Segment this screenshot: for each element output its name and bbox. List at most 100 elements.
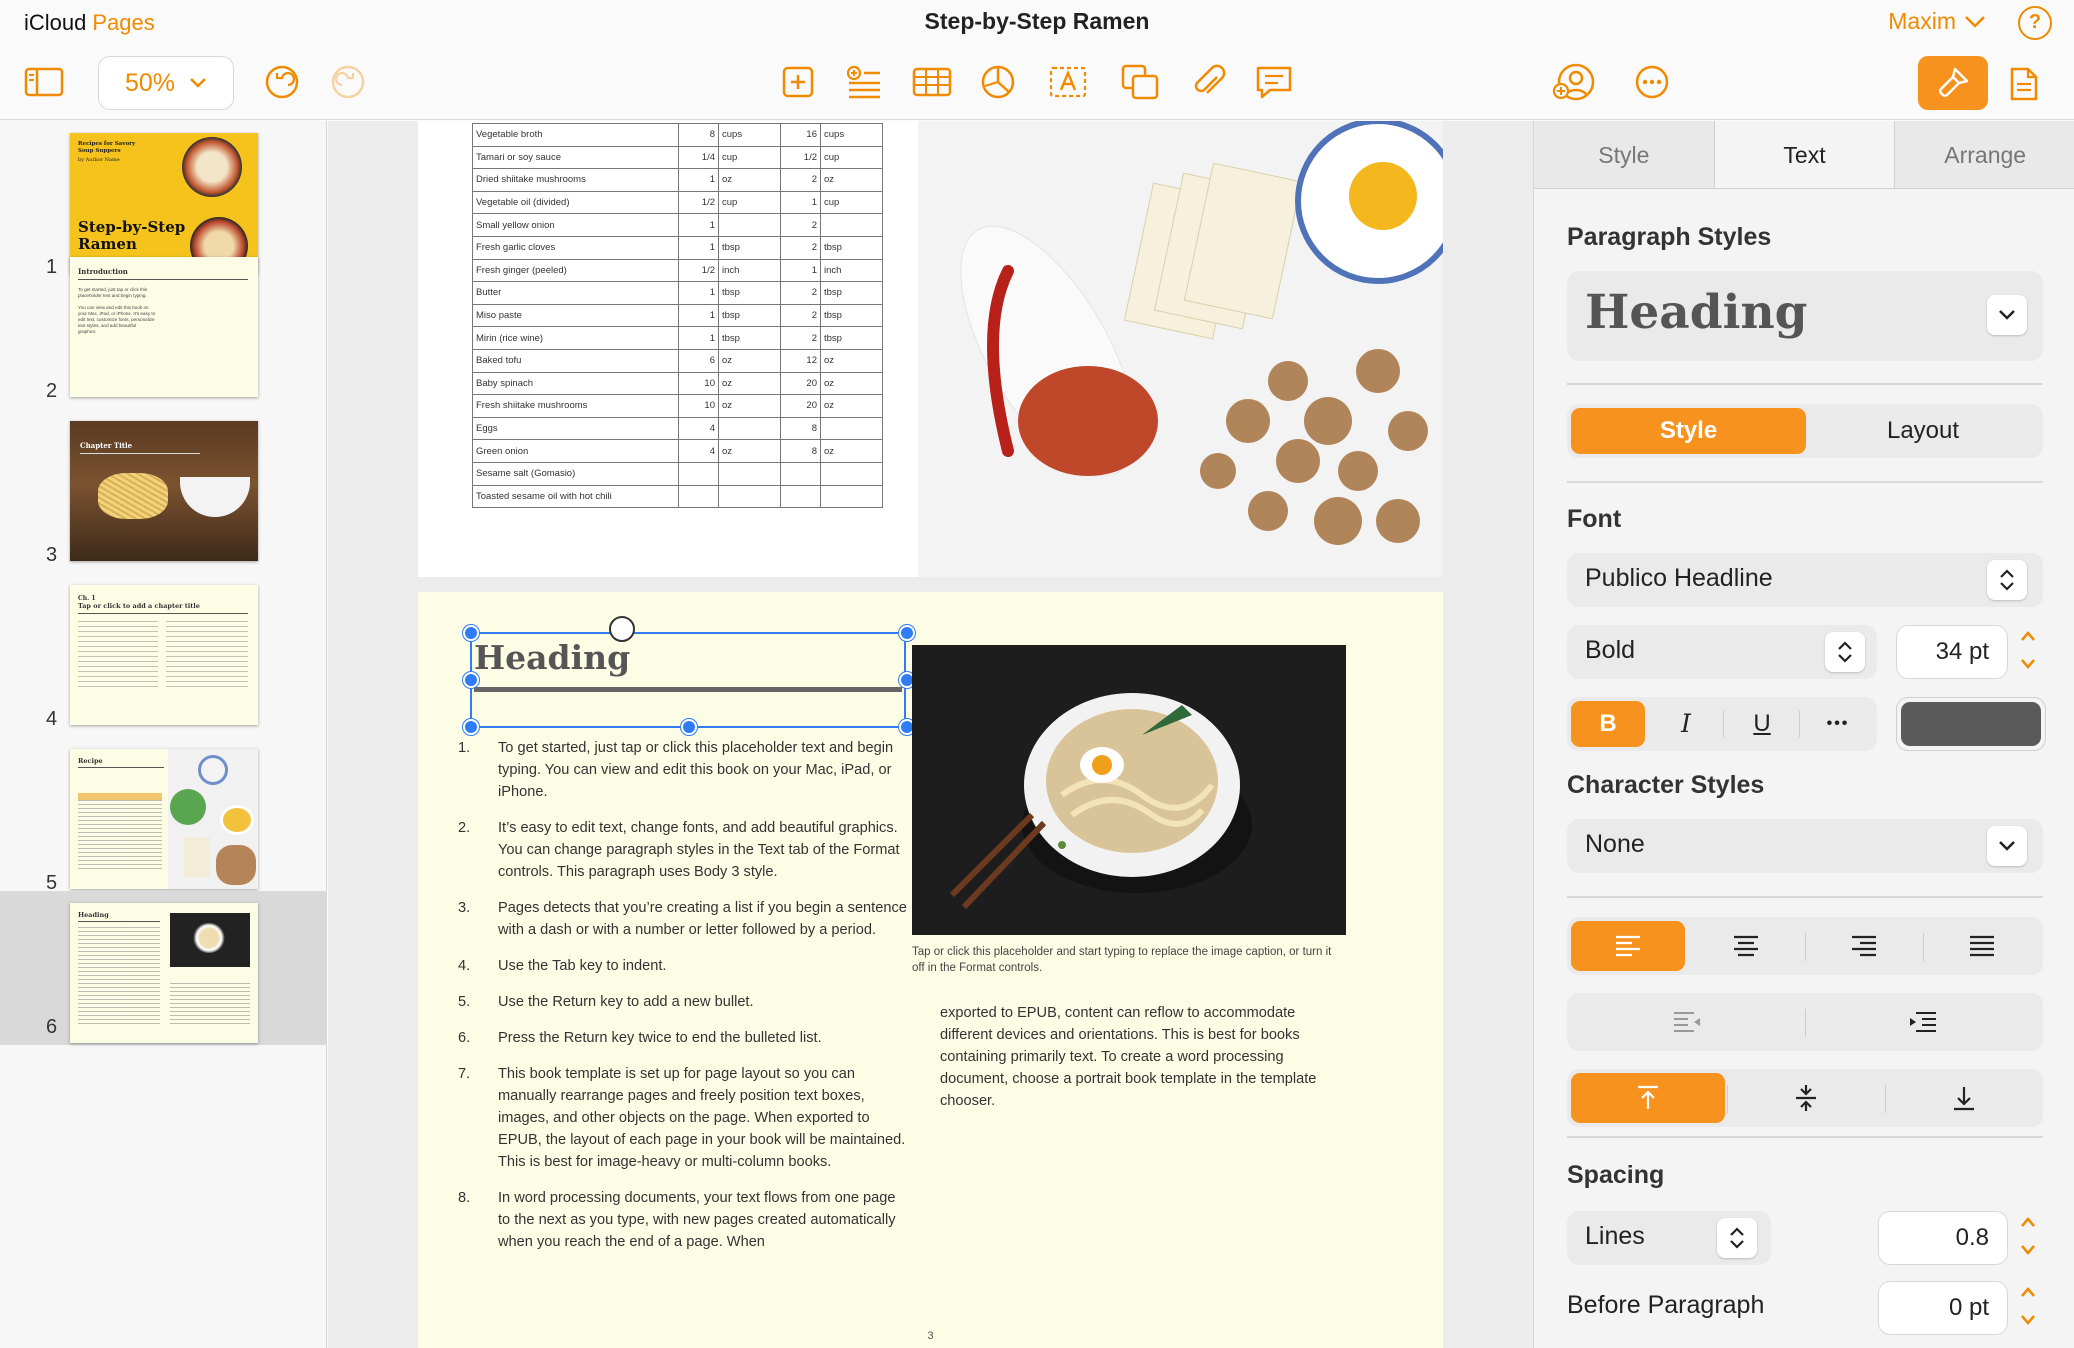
before-paragraph-stepper[interactable] bbox=[2018, 1283, 2038, 1334]
table-cell[interactable] bbox=[718, 461, 781, 486]
ingredient-name-cell[interactable]: Fresh garlic cloves bbox=[472, 235, 679, 260]
before-paragraph-field[interactable]: 0 pt bbox=[1878, 1281, 2008, 1335]
resize-handle[interactable] bbox=[463, 625, 479, 641]
numbered-list[interactable]: 1. To get started, just tap or click this… bbox=[458, 737, 908, 1267]
table-cell[interactable]: 12 bbox=[780, 348, 821, 373]
table-row[interactable]: Miso paste 1 tbsp 2 tbsp bbox=[472, 303, 883, 328]
table-row[interactable]: Vegetable broth 8 cups 16 cups bbox=[472, 123, 883, 147]
text-box-icon[interactable] bbox=[1046, 60, 1090, 104]
table-cell[interactable] bbox=[820, 461, 883, 486]
format-brush-button[interactable] bbox=[1918, 56, 1988, 110]
table-cell[interactable]: tbsp bbox=[820, 281, 883, 305]
table-cell[interactable]: tbsp bbox=[718, 303, 781, 328]
spacing-mode-dropdown[interactable]: Lines bbox=[1567, 1211, 1771, 1265]
table-cell[interactable]: tbsp bbox=[820, 326, 883, 350]
table-cell[interactable]: 2 bbox=[780, 303, 821, 328]
table-cell[interactable] bbox=[678, 461, 719, 486]
table-cell[interactable]: 10 bbox=[678, 394, 719, 418]
table-cell[interactable]: 2 bbox=[780, 213, 821, 237]
font-size-stepper[interactable] bbox=[2018, 627, 2038, 678]
document-icon[interactable] bbox=[2002, 62, 2046, 106]
list-item[interactable]: 5. Use the Return key to add a new bullet… bbox=[458, 991, 908, 1013]
table-cell[interactable]: 2 bbox=[780, 326, 821, 350]
table-cell[interactable]: 4 bbox=[678, 416, 719, 441]
table-cell[interactable] bbox=[718, 416, 781, 441]
table-cell[interactable]: 4 bbox=[678, 439, 719, 463]
table-cell[interactable] bbox=[820, 484, 883, 509]
table-cell[interactable]: 1 bbox=[678, 213, 719, 237]
more-icon[interactable] bbox=[1630, 60, 1674, 104]
image-caption[interactable]: Tap or click this placeholder and start … bbox=[912, 944, 1346, 976]
table-cell[interactable]: oz bbox=[820, 348, 883, 373]
table-cell[interactable]: tbsp bbox=[820, 235, 883, 260]
align-justify-button[interactable] bbox=[1925, 921, 2039, 971]
list-item[interactable]: 4. Use the Tab key to indent. bbox=[458, 955, 908, 977]
resize-handle[interactable] bbox=[463, 672, 479, 688]
ramen-photo[interactable] bbox=[912, 645, 1346, 935]
font-family-dropdown[interactable]: Publico Headline bbox=[1567, 553, 2043, 607]
bold-button[interactable]: B bbox=[1571, 701, 1645, 747]
resize-handle[interactable] bbox=[899, 625, 915, 641]
help-button[interactable]: ? bbox=[2018, 6, 2052, 40]
italic-button[interactable]: I bbox=[1649, 701, 1723, 747]
undo-icon[interactable] bbox=[260, 60, 304, 104]
table-cell[interactable]: 1/2 bbox=[780, 145, 821, 170]
table-cell[interactable]: oz bbox=[820, 394, 883, 418]
table-row[interactable]: Eggs 4 8 bbox=[472, 416, 883, 441]
tab-style[interactable]: Style bbox=[1534, 121, 1715, 188]
table-row[interactable]: Small yellow onion 1 2 bbox=[472, 213, 883, 237]
segment-layout[interactable]: Layout bbox=[1807, 408, 2039, 454]
table-cell[interactable]: 1 bbox=[780, 258, 821, 283]
ingredient-name-cell[interactable]: Toasted sesame oil with hot chili bbox=[472, 484, 679, 509]
redo-icon[interactable] bbox=[326, 60, 370, 104]
resize-handle[interactable] bbox=[681, 719, 697, 735]
page-thumbnail-6[interactable]: Heading 6 bbox=[0, 891, 327, 1045]
list-item[interactable]: 6. Press the Return key twice to end the … bbox=[458, 1027, 908, 1049]
more-font-options-button[interactable]: ••• bbox=[1801, 701, 1875, 747]
table-row[interactable]: Sesame salt (Gomasio) bbox=[472, 461, 883, 486]
ingredient-name-cell[interactable]: Eggs bbox=[472, 416, 679, 441]
table-cell[interactable]: oz bbox=[820, 371, 883, 396]
table-cell[interactable]: cup bbox=[820, 190, 883, 215]
table-cell[interactable] bbox=[718, 484, 781, 509]
table-cell[interactable]: tbsp bbox=[718, 235, 781, 260]
table-cell[interactable]: 8 bbox=[780, 416, 821, 441]
table-cell[interactable]: 1/2 bbox=[678, 190, 719, 215]
font-weight-dropdown[interactable]: Bold bbox=[1567, 625, 1877, 679]
table-cell[interactable]: 1 bbox=[678, 303, 719, 328]
page-thumbnail-5[interactable]: Recipe 5 bbox=[0, 737, 327, 901]
decrease-indent-button[interactable] bbox=[1571, 997, 1803, 1047]
collaborate-icon[interactable] bbox=[1552, 60, 1596, 104]
ingredients-photo[interactable] bbox=[918, 121, 1443, 577]
rotation-handle[interactable] bbox=[609, 616, 635, 642]
document-title[interactable]: Step-by-Step Ramen bbox=[0, 8, 2074, 35]
shape-icon[interactable] bbox=[1118, 60, 1162, 104]
chart-icon[interactable] bbox=[976, 60, 1020, 104]
page-thumbnail-2[interactable]: Introduction To get started, just tap or… bbox=[0, 245, 327, 409]
align-left-button[interactable] bbox=[1571, 921, 1685, 971]
list-item[interactable]: 2. It’s easy to edit text, change fonts, … bbox=[458, 817, 908, 883]
table-cell[interactable] bbox=[718, 213, 781, 237]
page-thumbnail-3[interactable]: Chapter Title 3 bbox=[0, 409, 327, 573]
table-cell[interactable] bbox=[780, 461, 821, 486]
table-cell[interactable]: oz bbox=[820, 439, 883, 463]
table-cell[interactable]: inch bbox=[820, 258, 883, 283]
align-middle-button[interactable] bbox=[1729, 1073, 1883, 1123]
table-cell[interactable]: oz bbox=[718, 394, 781, 418]
table-cell[interactable]: oz bbox=[718, 168, 781, 192]
ingredient-name-cell[interactable]: Fresh shiitake mushrooms bbox=[472, 394, 679, 418]
table-cell[interactable]: 1 bbox=[678, 168, 719, 192]
table-cell[interactable]: tbsp bbox=[820, 303, 883, 328]
line-spacing-field[interactable]: 0.8 bbox=[1878, 1211, 2008, 1265]
table-cell[interactable]: inch bbox=[718, 258, 781, 283]
table-cell[interactable]: 8 bbox=[678, 123, 719, 147]
underline-button[interactable]: U bbox=[1725, 701, 1799, 747]
table-cell[interactable]: 1 bbox=[678, 235, 719, 260]
paragraph-style-dropdown[interactable]: Heading bbox=[1567, 271, 2043, 361]
tab-text[interactable]: Text bbox=[1714, 121, 1896, 188]
table-cell[interactable]: tbsp bbox=[718, 281, 781, 305]
ingredient-name-cell[interactable]: Baked tofu bbox=[472, 348, 679, 373]
resize-handle[interactable] bbox=[463, 719, 479, 735]
line-spacing-stepper[interactable] bbox=[2018, 1213, 2038, 1264]
ingredient-name-cell[interactable]: Fresh ginger (peeled) bbox=[472, 258, 679, 283]
